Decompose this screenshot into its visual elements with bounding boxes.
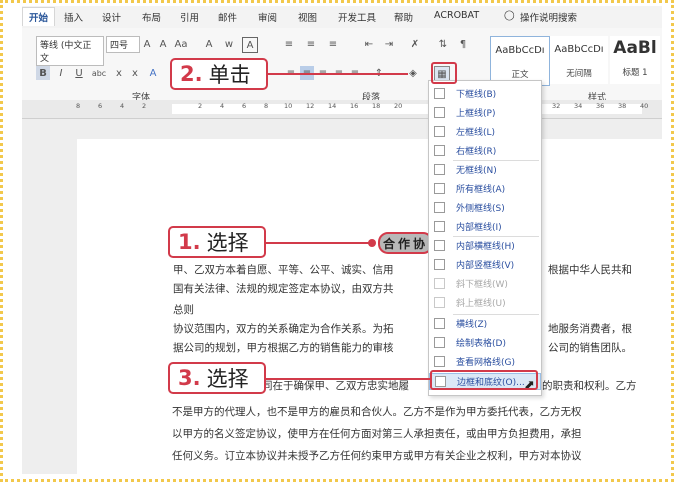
dotted-frame [0,0,674,482]
